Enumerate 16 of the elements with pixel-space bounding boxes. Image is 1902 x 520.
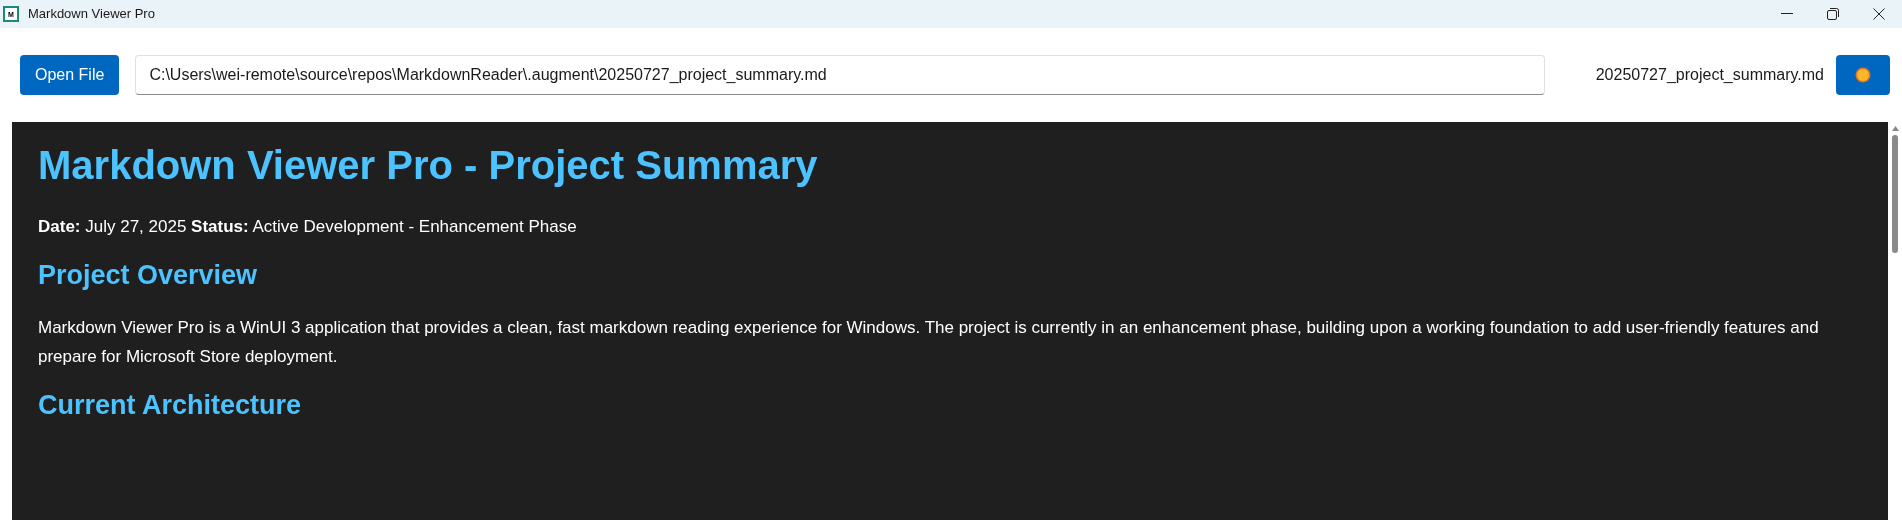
path-field[interactable]: C:\Users\wei-remote\source\repos\MarkdownReader\.augment\20250727_project_summary.md xyxy=(135,55,1546,95)
window-title: Markdown Viewer Pro xyxy=(28,5,155,24)
section-heading: Project Overview xyxy=(38,259,259,292)
section-heading: Current Architecture xyxy=(38,388,303,422)
document-title: Markdown Viewer Pro - Project Summary xyxy=(38,142,819,189)
file-name: 20250727_project_summary.md xyxy=(1595,65,1824,85)
restore-icon xyxy=(1827,8,1839,20)
open-file-button[interactable]: Open File xyxy=(20,55,120,95)
close-icon xyxy=(1873,8,1885,20)
scroll-up-icon xyxy=(1891,126,1899,131)
scrollbar-thumb[interactable] xyxy=(1892,135,1898,253)
theme-toggle-button[interactable] xyxy=(1836,55,1890,95)
minimize-icon xyxy=(1781,13,1793,15)
paragraph: Date: July 27, 2025 Status: Active Development - Enhancement Phase xyxy=(38,216,578,238)
paragraph: Markdown Viewer Pro is a WinUI 3 application that provides a clean, fast markdown reading experience for Windows. The project is currently in an enhancement phase, building upon a working foundation to add user-friendly features and prepare for Microsoft Store deployment. xyxy=(38,316,1820,368)
sun-icon xyxy=(1855,67,1871,83)
